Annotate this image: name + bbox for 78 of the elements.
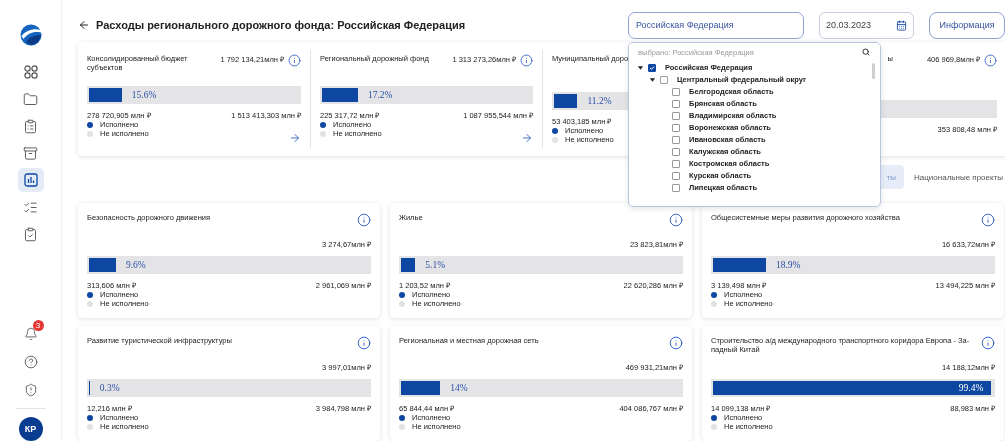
folder-icon bbox=[23, 91, 38, 107]
legend-dot bbox=[399, 423, 405, 430]
info-icon[interactable] bbox=[357, 336, 371, 350]
legend-dot bbox=[711, 423, 717, 430]
logo bbox=[19, 24, 42, 46]
clipboard-check-icon bbox=[23, 226, 38, 242]
checkbox[interactable] bbox=[672, 111, 680, 120]
legend-dot bbox=[399, 291, 405, 298]
details-link[interactable] bbox=[289, 132, 301, 144]
checkbox[interactable] bbox=[672, 159, 680, 168]
shield-icon bbox=[23, 383, 38, 397]
legend-dot bbox=[87, 121, 93, 128]
chart-icon bbox=[23, 173, 38, 187]
info-icon[interactable] bbox=[981, 213, 995, 227]
caret-icon[interactable] bbox=[649, 76, 656, 83]
percent-label: 18.9% bbox=[775, 260, 801, 271]
info-icon[interactable] bbox=[981, 336, 995, 350]
legend-dot bbox=[711, 300, 717, 307]
checkbox[interactable] bbox=[672, 87, 680, 96]
clipboard-icon bbox=[23, 118, 38, 134]
archive-icon bbox=[23, 145, 38, 161]
info-icon[interactable] bbox=[669, 213, 683, 227]
search-icon[interactable] bbox=[862, 48, 870, 56]
nav-item[interactable] bbox=[17, 168, 44, 192]
legend-dot bbox=[552, 127, 558, 134]
checkbox[interactable] bbox=[672, 147, 680, 156]
page-title: Расходы регионального дорожного фонда: Российская Федерация bbox=[96, 19, 466, 31]
info-icon[interactable] bbox=[669, 336, 683, 350]
info-icon[interactable] bbox=[520, 54, 533, 67]
percent-label: 14% bbox=[450, 383, 468, 394]
checkbox[interactable] bbox=[672, 135, 680, 144]
percent-label: 17.2% bbox=[367, 90, 393, 100]
percent-label: 9.6% bbox=[125, 260, 146, 271]
legend-dot bbox=[711, 414, 717, 421]
tab[interactable]: Национальные проекты bbox=[908, 165, 1005, 189]
checkbox[interactable] bbox=[672, 99, 680, 108]
back-icon bbox=[78, 19, 90, 31]
info-icon[interactable] bbox=[357, 213, 371, 227]
user-avatar[interactable]: КР bbox=[18, 417, 43, 441]
info-icon[interactable] bbox=[288, 54, 301, 67]
checkbox[interactable] bbox=[672, 183, 680, 192]
notification-badge: 3 bbox=[32, 320, 44, 331]
percent-label: 99.4% bbox=[958, 383, 984, 394]
region-select[interactable]: Российская Федерация bbox=[628, 11, 804, 39]
legend-dot bbox=[711, 291, 717, 298]
legend-dot bbox=[87, 300, 93, 307]
legend-dot bbox=[320, 121, 326, 128]
percent-label: 15.6% bbox=[131, 90, 157, 100]
percent-label: 11.2% bbox=[587, 96, 612, 106]
arrow-right-icon bbox=[289, 132, 301, 144]
scrollbar[interactable] bbox=[872, 62, 875, 79]
checkbox[interactable] bbox=[672, 123, 680, 132]
calendar-icon[interactable] bbox=[896, 19, 907, 31]
legend-dot bbox=[87, 130, 93, 137]
percent-label: 0.3% bbox=[99, 383, 120, 394]
legend-dot bbox=[87, 291, 93, 298]
notifications-button[interactable]: 3 bbox=[17, 322, 44, 346]
legend-dot bbox=[399, 300, 405, 307]
legend-dot bbox=[552, 136, 558, 143]
grid-icon bbox=[23, 65, 38, 79]
checklist-icon bbox=[23, 199, 38, 215]
info-icon[interactable] bbox=[984, 54, 997, 67]
percent-label: 5.1% bbox=[425, 260, 446, 271]
arrow-right-icon bbox=[521, 132, 533, 144]
back-button[interactable] bbox=[78, 19, 90, 31]
help-icon bbox=[23, 355, 38, 369]
bell-icon bbox=[23, 327, 38, 341]
date-field[interactable]: 20.03.2023 bbox=[819, 11, 914, 39]
checkbox[interactable] bbox=[672, 171, 680, 180]
checkbox[interactable] bbox=[660, 75, 668, 84]
legend-dot bbox=[320, 130, 326, 137]
checkbox[interactable] bbox=[648, 63, 656, 72]
details-link[interactable] bbox=[521, 132, 533, 144]
legend-dot bbox=[87, 423, 93, 430]
info-button[interactable]: Информация bbox=[929, 11, 1005, 39]
legend-dot bbox=[399, 414, 405, 421]
caret-icon[interactable] bbox=[637, 64, 644, 71]
legend-dot bbox=[87, 414, 93, 421]
